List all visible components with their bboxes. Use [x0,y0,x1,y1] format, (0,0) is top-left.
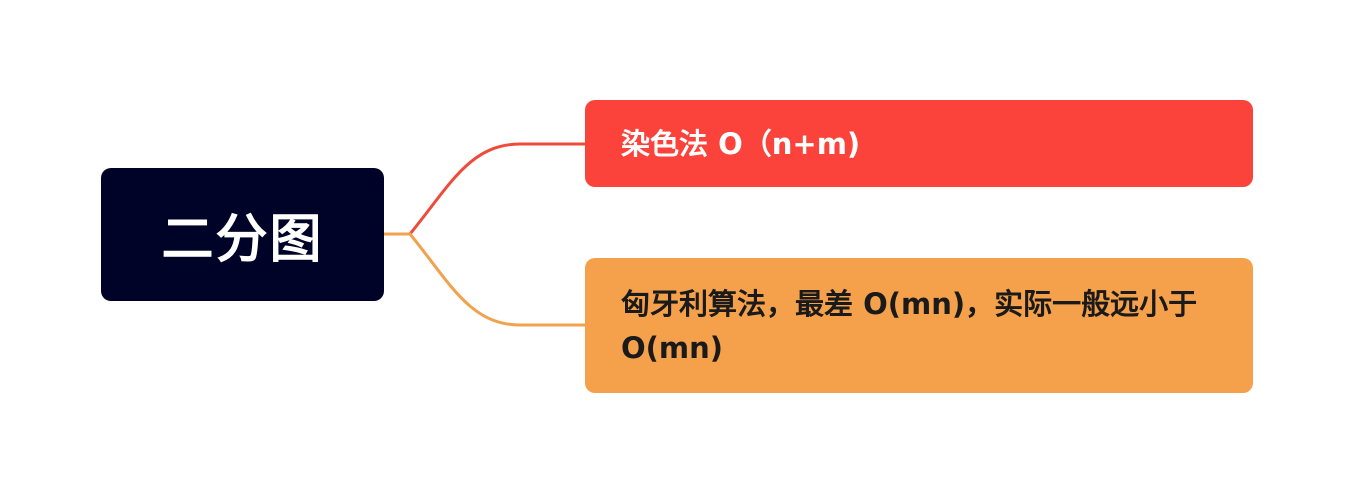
branch-node-hungarian[interactable]: 匈牙利算法，最差 O(mn)，实际一般远小于 O(mn) [585,258,1253,393]
branch-label-coloring: 染色法 O（n+m) [621,126,861,161]
connector-branch-1 [408,142,587,236]
root-label: 二分图 [161,210,324,270]
mind-map: 二分图 染色法 O（n+m) 匈牙利算法，最差 O(mn)，实际一般远小于 O(… [0,0,1354,494]
branch-node-coloring[interactable]: 染色法 O（n+m) [585,100,1253,187]
branch-label-hungarian: 匈牙利算法，最差 O(mn)，实际一般远小于 O(mn) [621,286,1198,365]
root-node[interactable]: 二分图 [101,168,384,301]
connector-branch-2 [408,232,587,327]
